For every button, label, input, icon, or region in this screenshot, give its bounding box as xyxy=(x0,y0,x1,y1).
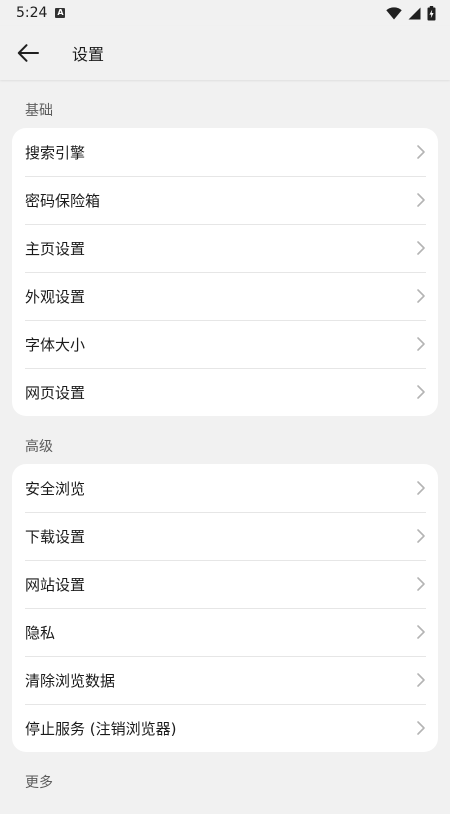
settings-item-site-settings[interactable]: 网站设置 xyxy=(12,560,438,608)
settings-item-clear-browsing-data[interactable]: 清除浏览数据 xyxy=(12,656,438,704)
chevron-right-icon xyxy=(416,624,426,640)
chevron-right-icon xyxy=(416,288,426,304)
settings-item-label: 主页设置 xyxy=(25,239,86,258)
settings-item-label: 下载设置 xyxy=(25,527,86,546)
settings-item-homepage[interactable]: 主页设置 xyxy=(12,224,438,272)
section-header-basic: 基础 xyxy=(25,103,53,119)
settings-item-label: 字体大小 xyxy=(25,335,86,354)
settings-item-stop-service[interactable]: 停止服务 (注销浏览器) xyxy=(12,704,438,752)
settings-item-label: 密码保险箱 xyxy=(25,191,101,210)
settings-item-label: 安全浏览 xyxy=(25,479,86,498)
settings-item-appearance[interactable]: 外观设置 xyxy=(12,272,438,320)
back-button[interactable] xyxy=(0,26,56,80)
settings-item-safe-browsing[interactable]: 安全浏览 xyxy=(12,464,438,512)
app-bar: 设置 xyxy=(0,26,450,80)
wifi-icon xyxy=(386,6,402,20)
chevron-right-icon xyxy=(416,576,426,592)
chevron-right-icon xyxy=(416,480,426,496)
settings-item-privacy[interactable]: 隐私 xyxy=(12,608,438,656)
chevron-right-icon xyxy=(416,528,426,544)
cellular-signal-icon xyxy=(408,7,421,19)
status-time: 5:24 xyxy=(16,5,48,21)
settings-item-webpage[interactable]: 网页设置 xyxy=(12,368,438,416)
arrow-left-icon xyxy=(17,44,39,62)
chevron-right-icon xyxy=(416,672,426,688)
settings-item-label: 停止服务 (注销浏览器) xyxy=(25,719,177,738)
settings-item-label: 清除浏览数据 xyxy=(25,671,116,690)
page-title: 设置 xyxy=(72,45,105,64)
chevron-right-icon xyxy=(416,240,426,256)
settings-item-label: 外观设置 xyxy=(25,287,86,306)
settings-item-label: 搜索引擎 xyxy=(25,143,86,162)
chevron-right-icon xyxy=(416,384,426,400)
settings-list[interactable]: 基础 搜索引擎 密码保险箱 主页设置 外观设置 字体大小 网页设置 高级 安全浏… xyxy=(0,80,450,800)
chevron-right-icon xyxy=(416,192,426,208)
chevron-right-icon xyxy=(416,720,426,736)
settings-item-password-vault[interactable]: 密码保险箱 xyxy=(12,176,438,224)
section-header-more: 更多 xyxy=(25,775,53,791)
settings-item-label: 网页设置 xyxy=(25,383,86,402)
section-header-advanced: 高级 xyxy=(25,439,53,455)
settings-item-label: 隐私 xyxy=(25,623,56,642)
notification-a-icon: A xyxy=(55,8,66,18)
settings-item-search-engine[interactable]: 搜索引擎 xyxy=(12,128,438,176)
settings-item-font-size[interactable]: 字体大小 xyxy=(12,320,438,368)
status-icons xyxy=(386,5,436,21)
settings-card-advanced: 安全浏览 下载设置 网站设置 隐私 清除浏览数据 停止服务 (注销浏览器) xyxy=(12,464,438,752)
settings-item-downloads[interactable]: 下载设置 xyxy=(12,512,438,560)
settings-card-basic: 搜索引擎 密码保险箱 主页设置 外观设置 字体大小 网页设置 xyxy=(12,128,438,416)
battery-charging-icon xyxy=(427,5,436,20)
settings-item-label: 网站设置 xyxy=(25,575,86,594)
status-bar: 5:24 A xyxy=(0,0,450,26)
chevron-right-icon xyxy=(416,144,426,160)
chevron-right-icon xyxy=(416,336,426,352)
